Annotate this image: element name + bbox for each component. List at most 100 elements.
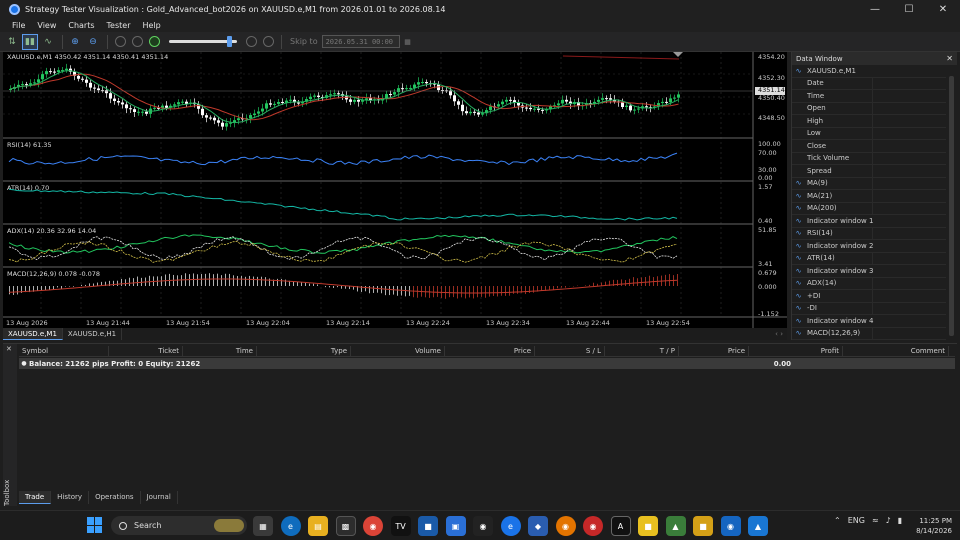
task-view-icon[interactable]: ▦ (253, 516, 273, 536)
tab-trade[interactable]: Trade (19, 491, 52, 504)
data-window-row[interactable]: ∿ +DI (792, 290, 946, 303)
data-window-row[interactable]: ∿ ATR(14) (792, 252, 946, 265)
candle-body (77, 75, 80, 79)
stop-icon[interactable] (132, 36, 143, 47)
close-button[interactable]: ✕ (926, 0, 960, 19)
tab-operations[interactable]: Operations (89, 491, 141, 504)
file-explorer-icon[interactable]: ▤ (308, 516, 328, 536)
menu-tester[interactable]: Tester (101, 21, 137, 30)
column-header[interactable]: S / L (535, 346, 605, 356)
app-icon-e[interactable]: e (500, 516, 521, 536)
app-icon-a[interactable]: A (610, 516, 631, 536)
edge-icon[interactable]: e (280, 516, 301, 536)
tab-xauusd-h1[interactable]: XAUUSD.e,H1 (63, 328, 123, 340)
menu-help[interactable]: Help (137, 21, 167, 30)
metatrader-icon[interactable]: ◉ (720, 516, 741, 536)
data-window-row[interactable]: ∿ Indicator window 1 (792, 215, 946, 228)
data-window-row[interactable]: ∿ MACD(12,26,9) (792, 327, 946, 340)
chart-canvas[interactable]: XAUUSD.e,M1 4350.42 4351.14 4350.41 4351… (3, 52, 787, 328)
column-header[interactable]: Profit (749, 346, 843, 356)
data-window-row[interactable]: Date (792, 77, 946, 90)
data-window-row[interactable]: ∿ MA(21) (792, 190, 946, 203)
zoom-out-icon[interactable]: ⊖ (85, 34, 101, 50)
data-window-row[interactable]: Close (792, 140, 946, 153)
store-icon[interactable]: ▩ (335, 516, 356, 536)
pause-icon[interactable] (115, 36, 126, 47)
chrome-icon[interactable]: ◉ (363, 516, 383, 536)
column-header[interactable]: T / P (605, 346, 679, 356)
column-header[interactable]: Comment (843, 346, 949, 356)
maximize-button[interactable]: ☐ (892, 0, 926, 19)
app-icon-yellow[interactable]: ■ (638, 516, 658, 536)
data-window-scrollbar[interactable] (949, 76, 954, 336)
column-header[interactable]: Ticket (109, 346, 183, 356)
skip-to-date-input[interactable]: 2026.05.31 00:00 (321, 35, 400, 48)
calendar-icon[interactable]: ▦ (400, 34, 416, 50)
column-header[interactable]: Symbol (19, 346, 109, 356)
menu-charts[interactable]: Charts (62, 21, 100, 30)
app-icon-green[interactable]: ▲ (665, 516, 686, 536)
balance-row[interactable]: ● Balance: 21262 pips Profit: 0 Equity: … (19, 358, 955, 369)
search-placeholder: Search (134, 521, 162, 530)
app-icon-dark[interactable]: ◉ (473, 516, 493, 536)
speed-slider-thumb[interactable] (226, 36, 232, 47)
wifi-icon[interactable]: ≈ (872, 516, 879, 525)
data-window-row[interactable]: Low (792, 127, 946, 140)
data-window-row[interactable]: ∿ RSI(14) (792, 227, 946, 240)
column-header[interactable]: Price (679, 346, 749, 356)
data-window-row[interactable]: High (792, 115, 946, 128)
play-icon[interactable] (149, 36, 160, 47)
column-header[interactable]: Price (445, 346, 535, 356)
app-icon-gold[interactable]: ■ (693, 516, 713, 536)
minimize-button[interactable]: — (858, 0, 892, 19)
fast-forward-icon[interactable] (263, 36, 274, 47)
language-indicator[interactable]: ENG (848, 516, 865, 525)
chart-area[interactable]: XAUUSD.e,M1 4350.42 4351.14 4350.41 4351… (3, 52, 787, 340)
close-icon[interactable]: ✕ (6, 345, 12, 353)
data-window-row[interactable]: ∿ -DI (792, 302, 946, 315)
speed-slider[interactable] (169, 36, 237, 47)
chevron-up-icon[interactable]: ⌃ (834, 516, 841, 525)
close-icon[interactable]: ✕ (946, 54, 953, 63)
data-window-row[interactable]: ∿ MA(200) (792, 202, 946, 215)
zoom-in-icon[interactable]: ⊕ (67, 34, 83, 50)
battery-icon[interactable]: ▮ (898, 516, 902, 525)
app-icon-badge[interactable]: ▲ (748, 516, 768, 536)
line-chart-icon[interactable]: ∿ (40, 34, 56, 50)
data-window-row[interactable]: ∿ Indicator window 4 (792, 315, 946, 328)
step-icon[interactable] (246, 36, 257, 47)
tab-xauusd-m1[interactable]: XAUUSD.e,M1 (3, 328, 63, 340)
taskbar-search[interactable]: Search (111, 516, 247, 535)
data-window-row[interactable]: Spread (792, 165, 946, 178)
menu-view[interactable]: View (31, 21, 62, 30)
menu-file[interactable]: File (6, 21, 31, 30)
tab-journal[interactable]: Journal (141, 491, 178, 504)
app-icon-blue[interactable]: ■ (418, 516, 438, 536)
volume-icon[interactable]: ♪ (886, 516, 891, 525)
clock[interactable]: 11:25 PM 8/14/2026 (906, 516, 952, 536)
chrome-profile-icon[interactable]: ◉ (583, 516, 603, 536)
data-window-row[interactable]: ∿ ADX(14) (792, 277, 946, 290)
candlestick-icon[interactable]: ▮▮ (22, 33, 38, 50)
app-icon-window[interactable]: ▣ (445, 516, 466, 536)
candle-body (317, 95, 320, 97)
data-window-row[interactable]: ∿ Indicator window 3 (792, 265, 946, 278)
bar-chart-icon[interactable]: ⇅ (4, 34, 20, 50)
data-window-row[interactable]: Open (792, 102, 946, 115)
windows-start-icon[interactable] (87, 517, 103, 533)
tradingview-icon[interactable]: TV (390, 516, 411, 536)
tab-history[interactable]: History (51, 491, 90, 504)
column-header[interactable]: Type (257, 346, 351, 356)
candle-body (125, 104, 128, 109)
data-window-row[interactable]: Tick Volume (792, 152, 946, 165)
column-header[interactable]: Time (183, 346, 257, 356)
data-window-row[interactable]: ∿ XAUUSD.e,M1 (792, 65, 946, 78)
data-window-row[interactable]: Time (792, 90, 946, 103)
chrome-canary-icon[interactable]: ◉ (555, 516, 576, 536)
shield-icon[interactable]: ◆ (528, 516, 548, 536)
data-window-row[interactable]: ∿ Indicator window 2 (792, 240, 946, 253)
tab-scroll-arrows[interactable]: ‹ › (775, 330, 787, 338)
candle-body (221, 122, 224, 127)
column-header[interactable]: Volume (351, 346, 445, 356)
data-window-row[interactable]: ∿ MA(9) (792, 177, 946, 190)
